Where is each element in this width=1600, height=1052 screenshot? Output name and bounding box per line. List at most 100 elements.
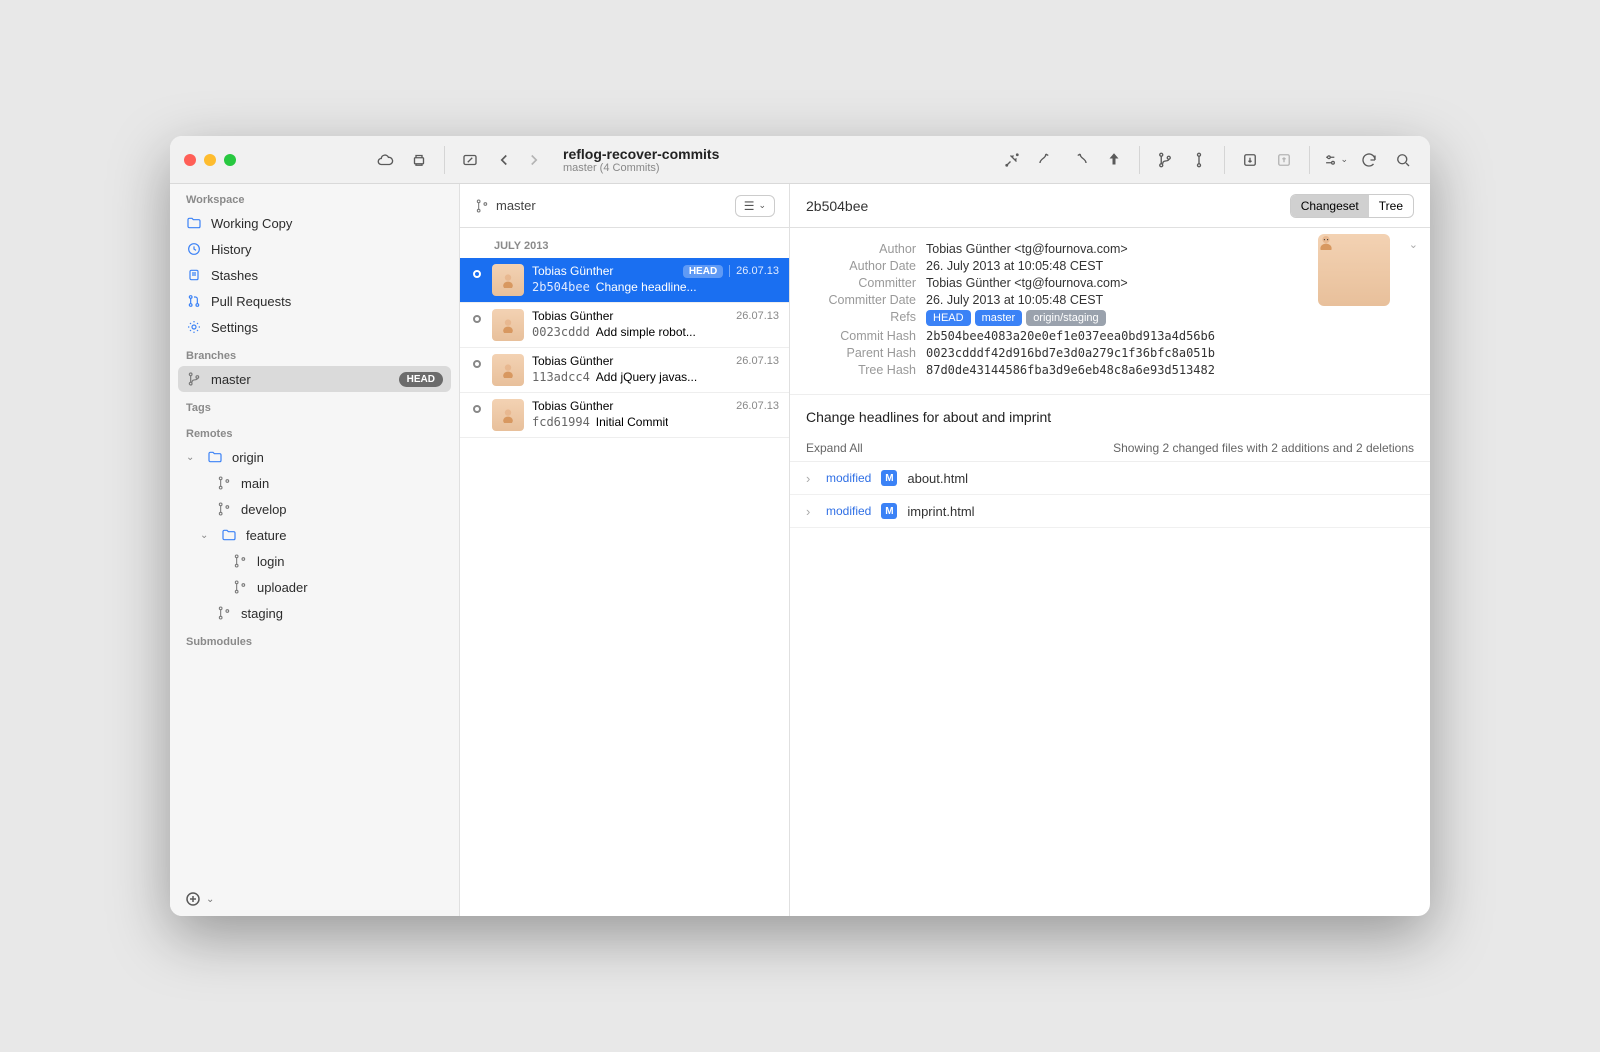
view-segmented-control[interactable]: Changeset Tree (1290, 194, 1414, 218)
list-icon: ☰ (744, 199, 755, 213)
commit-message: Add jQuery javas... (596, 370, 697, 384)
sidebar-section-submodules: Submodules (170, 626, 459, 652)
settings-icon[interactable]: ⌄ (1322, 147, 1348, 173)
refresh-icon[interactable] (1356, 147, 1382, 173)
ref-badge-head[interactable]: HEAD (926, 310, 971, 326)
chevron-down-icon: ⌄ (758, 200, 766, 211)
nav-group (491, 147, 547, 173)
sidebar-item-pull-requests[interactable]: Pull Requests (170, 288, 459, 314)
meta-label-tree-hash: Tree Hash (806, 363, 916, 377)
view-mode-toggle[interactable]: ☰ ⌄ (735, 195, 775, 217)
commit-title: Change headlines for about and imprint (790, 395, 1430, 435)
commit-date: 26.07.13 (736, 265, 779, 277)
detail-meta-wrap: ⌄ Author Tobias Günther <tg@fournova.com>… (790, 228, 1430, 395)
head-badge: HEAD (399, 372, 443, 387)
repo-name: reflog-recover-commits (563, 146, 719, 162)
sidebar-item-remote-login[interactable]: login (170, 548, 459, 574)
repo-subtitle: master (4 Commits) (563, 162, 719, 174)
meta-tree-hash: 87d0de43144586fba3d9e6eb48c8a6e93d513482 (926, 363, 1215, 377)
chevron-down-icon[interactable]: ⌄ (206, 894, 214, 905)
avatar (492, 309, 524, 341)
quick-actions-icon[interactable] (999, 147, 1025, 173)
branch-selector[interactable]: master (474, 198, 727, 214)
branch-icon (474, 198, 490, 214)
gear-icon (186, 319, 202, 335)
avatar (492, 264, 524, 296)
seg-tree[interactable]: Tree (1369, 195, 1413, 217)
chevron-down-icon: ⌄ (200, 530, 212, 541)
content: Workspace Working Copy History Stashes P… (170, 184, 1430, 916)
add-button[interactable] (184, 890, 202, 908)
commit-hash: 2b504bee (532, 280, 590, 294)
fetch-icon[interactable] (1033, 147, 1059, 173)
modified-badge: M (881, 470, 897, 486)
sidebar-item-remote-feature[interactable]: ⌄feature (170, 522, 459, 548)
push-icon[interactable] (1101, 147, 1127, 173)
sidebar-section-workspace: Workspace (170, 184, 459, 210)
ref-badge-master[interactable]: master (975, 310, 1023, 326)
stash-up-icon[interactable] (1271, 147, 1297, 173)
chevron-right-icon: › (806, 471, 816, 486)
meta-author: Tobias Günther <tg@fournova.com> (926, 242, 1128, 256)
commit-row[interactable]: Tobias Günther26.07.13 fcd61994Initial C… (460, 393, 789, 438)
merge-icon[interactable] (1186, 147, 1212, 173)
cloud-icon[interactable] (372, 147, 398, 173)
history-icon (186, 241, 202, 257)
sidebar-item-master-branch[interactable]: masterHEAD (178, 366, 451, 392)
commit-list-header: master ☰ ⌄ (460, 184, 789, 228)
search-icon[interactable] (1390, 147, 1416, 173)
commit-row[interactable]: Tobias GüntherHEAD26.07.13 2b504beeChang… (460, 258, 789, 303)
commit-hash: 0023cddd (532, 325, 590, 339)
file-row[interactable]: › modified M imprint.html (790, 495, 1430, 528)
quick-open-icon[interactable] (457, 147, 483, 173)
commit-message: Initial Commit (596, 415, 669, 429)
sidebar-item-origin[interactable]: ⌄origin (170, 444, 459, 470)
meta-label-author-date: Author Date (806, 259, 916, 273)
sidebar-item-working-copy[interactable]: Working Copy (170, 210, 459, 236)
commit-author: Tobias Günther (532, 399, 730, 413)
expand-more-icon[interactable]: ⌄ (1409, 238, 1418, 251)
commit-author: Tobias Günther (532, 264, 677, 278)
maximize-button[interactable] (224, 154, 236, 166)
sidebar-item-remote-uploader[interactable]: uploader (170, 574, 459, 600)
meta-parent-hash: 0023cdddf42d916bd7e3d0a279c1f36bfc8a051b (926, 346, 1215, 360)
branch-icon (232, 579, 248, 595)
sidebar-section-branches: Branches (170, 340, 459, 366)
sidebar-item-remote-develop[interactable]: develop (170, 496, 459, 522)
printer-icon[interactable] (406, 147, 432, 173)
head-pill: HEAD (683, 265, 723, 278)
pull-icon[interactable] (1067, 147, 1093, 173)
sidebar-item-settings[interactable]: Settings (170, 314, 459, 340)
minimize-button[interactable] (204, 154, 216, 166)
commit-row[interactable]: Tobias Günther26.07.13 113adcc4Add jQuer… (460, 348, 789, 393)
commit-row[interactable]: Tobias Günther26.07.13 0023cdddAdd simpl… (460, 303, 789, 348)
avatar (1318, 234, 1390, 306)
commit-dot-icon (473, 315, 481, 323)
stash-icon (186, 267, 202, 283)
seg-changeset[interactable]: Changeset (1291, 195, 1369, 217)
sidebar-item-stashes[interactable]: Stashes (170, 262, 459, 288)
meta-label-committer-date: Committer Date (806, 293, 916, 307)
sidebar-item-remote-main[interactable]: main (170, 470, 459, 496)
meta-refs: HEADmasterorigin/staging (926, 310, 1110, 326)
file-name: about.html (907, 471, 968, 486)
meta-label-parent-hash: Parent Hash (806, 346, 916, 360)
files-header: Expand All Showing 2 changed files with … (790, 435, 1430, 462)
branch-icon[interactable] (1152, 147, 1178, 173)
expand-all-button[interactable]: Expand All (806, 441, 863, 455)
file-row[interactable]: › modified M about.html (790, 462, 1430, 495)
sidebar-item-history[interactable]: History (170, 236, 459, 262)
close-button[interactable] (184, 154, 196, 166)
commit-date: 26.07.13 (736, 310, 779, 322)
meta-label-commit-hash: Commit Hash (806, 329, 916, 343)
sidebar-item-remote-staging[interactable]: staging (170, 600, 459, 626)
meta-author-date: 26. July 2013 at 10:05:48 CEST (926, 259, 1103, 273)
nav-back-button[interactable] (491, 147, 517, 173)
nav-forward-button[interactable] (521, 147, 547, 173)
meta-label-author: Author (806, 242, 916, 256)
ref-badge-remote[interactable]: origin/staging (1026, 310, 1105, 326)
titlebar: reflog-recover-commits master (4 Commits… (170, 136, 1430, 184)
stash-down-icon[interactable] (1237, 147, 1263, 173)
commit-date: 26.07.13 (736, 355, 779, 367)
commit-date: 26.07.13 (736, 400, 779, 412)
